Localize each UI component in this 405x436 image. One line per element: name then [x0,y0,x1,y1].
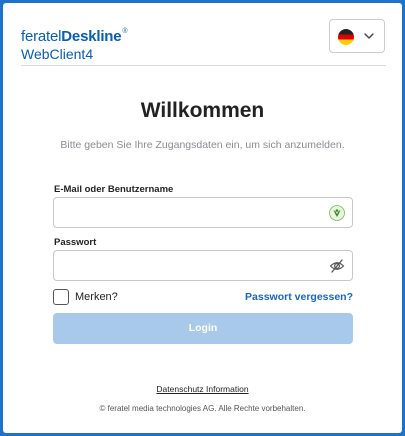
german-flag-icon [338,29,354,45]
trademark-symbol: ® [122,28,128,35]
password-input[interactable] [54,251,314,280]
password-manager-icon[interactable] [329,205,345,221]
password-label: Passwort [54,237,97,248]
remember-label: Merken? [75,291,118,303]
page-title: Willkommen [140,99,265,122]
username-input[interactable] [54,198,314,227]
brand-logo: feratelDeskline® WebClient4 [21,23,128,63]
copyright-text: © feratel media technologies AG. Alle Re… [99,404,306,413]
remember-me: Merken? [53,289,118,305]
language-selector[interactable] [329,19,385,53]
remember-checkbox[interactable] [53,289,69,305]
brand-name-light: feratel [21,28,62,45]
chevron-down-icon [364,33,374,39]
header-divider [21,65,386,66]
login-card: feratelDeskline® WebClient4 Willkommen B… [3,3,402,433]
username-label: E-Mail oder Benutzername [54,184,174,195]
brand-name: feratelDeskline® [21,23,128,45]
privacy-link[interactable]: Datenschutz Information [156,384,248,394]
login-button[interactable]: Login [53,313,353,344]
brand-name-bold: Deskline [61,28,122,45]
privacy-footer: Datenschutz Information [3,384,402,394]
forgot-password-link[interactable]: Passwort vergessen? [245,291,353,303]
brand-subtitle: WebClient4 [21,46,94,62]
password-field-container [53,250,353,281]
page-subtitle: Bitte geben Sie Ihre Zugangsdaten ein, u… [60,139,345,151]
eye-slash-icon[interactable] [329,258,345,274]
username-field-container [53,197,353,228]
